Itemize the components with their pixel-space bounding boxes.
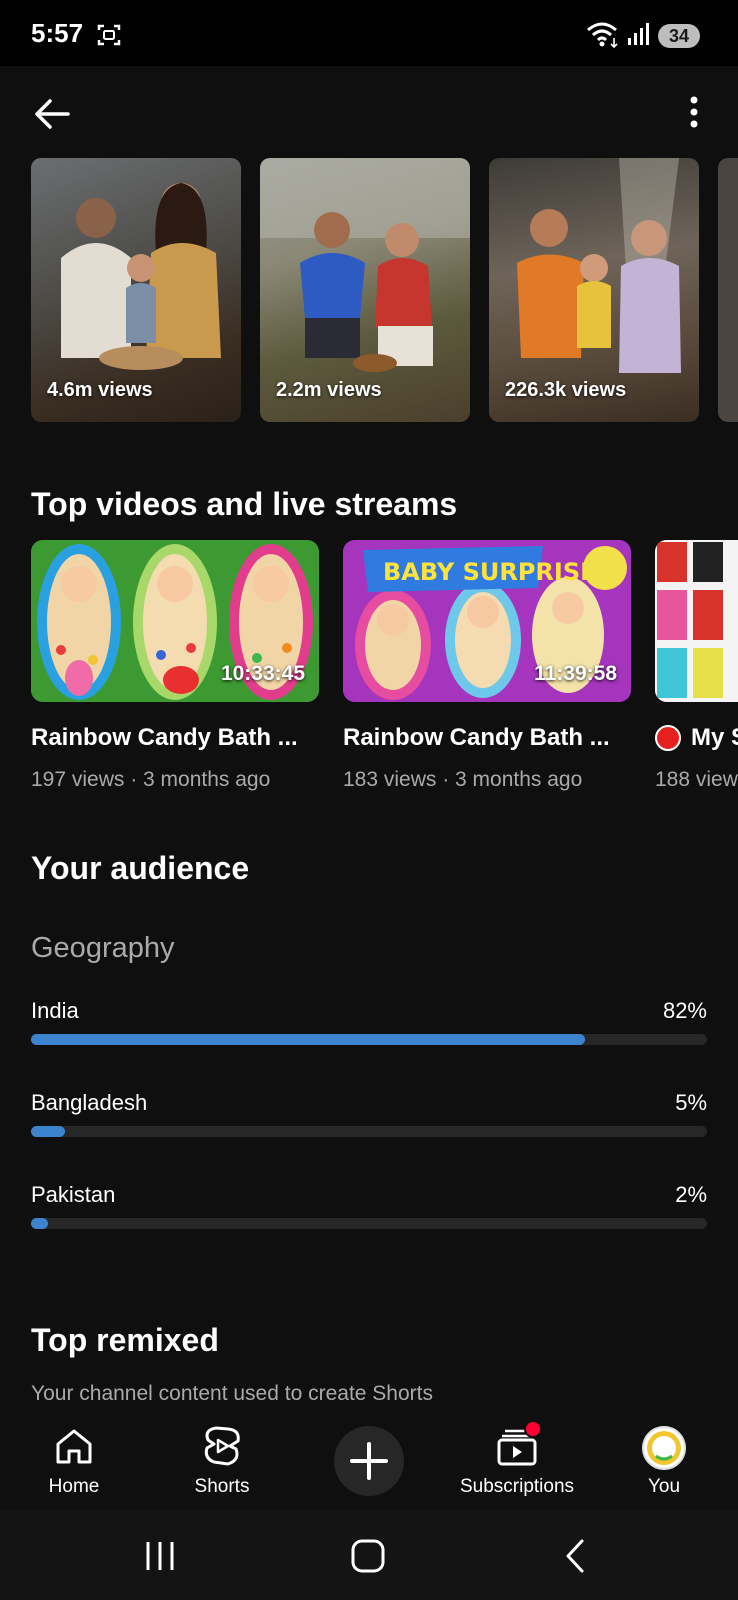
- video-card[interactable]: BABY SURPRISE 11:39:58 Rainbow Candy Bat…: [343, 540, 631, 792]
- top-shorts-row: 4.6m views 2.2m views 226.3k views: [31, 158, 738, 422]
- more-vert-icon[interactable]: [678, 94, 710, 134]
- video-thumbnail: [655, 540, 738, 702]
- recents-icon[interactable]: [140, 1538, 180, 1574]
- video-title-text: My S: [691, 724, 738, 751]
- nav-subscriptions[interactable]: Subscriptions: [446, 1410, 588, 1510]
- short-views: 2.2m views: [276, 379, 382, 401]
- top-remixed-subtitle: Your channel content used to create Shor…: [31, 1382, 433, 1405]
- top-videos-title: Top videos and live streams: [31, 486, 458, 522]
- percent-bar-track: [31, 1126, 707, 1137]
- video-duration: 11:39:58: [534, 662, 617, 685]
- status-time: 5:57: [31, 18, 84, 48]
- live-record-icon: [655, 725, 681, 751]
- plus-icon: [350, 1442, 388, 1480]
- top-remixed-title: Top remixed: [31, 1322, 219, 1358]
- back-arrow-icon[interactable]: [32, 94, 72, 134]
- video-thumbnail: BABY SURPRISE 11:39:58: [343, 540, 631, 702]
- back-chevron-icon[interactable]: [556, 1538, 596, 1574]
- system-navigation-bar: [0, 1510, 738, 1600]
- nav-you-label: You: [647, 1476, 681, 1497]
- top-videos-row: 10:33:45 Rainbow Candy Bath ... 197 view…: [31, 540, 738, 800]
- screenshot-icon: [97, 24, 121, 46]
- short-card[interactable]: 2.2m views: [260, 158, 470, 422]
- nav-subscriptions-label: Subscriptions: [459, 1476, 575, 1497]
- geography-title: Geography: [31, 932, 175, 964]
- video-duration: 10:33:45: [220, 662, 305, 685]
- home-icon: [56, 1429, 92, 1464]
- short-card[interactable]: 4.6m views: [31, 158, 241, 422]
- nav-shorts[interactable]: Shorts: [152, 1410, 292, 1510]
- country-percent: 5%: [675, 1090, 707, 1115]
- nav-shorts-label: Shorts: [194, 1476, 250, 1497]
- country-percent: 2%: [675, 1182, 707, 1207]
- video-title: My S: [655, 724, 738, 752]
- percent-bar-fill: [31, 1126, 65, 1137]
- home-circle-icon[interactable]: [348, 1538, 388, 1574]
- nav-you[interactable]: You: [594, 1410, 734, 1510]
- short-views: 226.3k views: [505, 379, 627, 401]
- percent-bar-fill: [31, 1218, 48, 1229]
- create-button[interactable]: [334, 1426, 404, 1496]
- video-meta: 197 views · 3 months ago: [31, 768, 271, 791]
- video-card[interactable]: My S 188 view: [655, 540, 738, 792]
- video-title: Rainbow Candy Bath ...: [343, 724, 610, 751]
- short-card[interactable]: 226.3k views: [489, 158, 699, 422]
- country-name: India: [31, 998, 79, 1023]
- video-meta: 183 views · 3 months ago: [343, 768, 583, 791]
- battery-indicator: 34: [658, 24, 700, 48]
- audience-title: Your audience: [31, 850, 250, 886]
- video-card[interactable]: 10:33:45 Rainbow Candy Bath ... 197 view…: [31, 540, 319, 792]
- signal-icon: [628, 23, 649, 45]
- nav-home-label: Home: [48, 1476, 100, 1497]
- nav-home[interactable]: Home: [4, 1410, 144, 1510]
- video-meta: 188 view: [655, 768, 738, 791]
- notification-dot: [524, 1420, 542, 1438]
- percent-bar-track: [31, 1218, 707, 1229]
- short-views: 4.6m views: [47, 379, 153, 401]
- bottom-navigation: Home Shorts Subscriptions You: [0, 1410, 738, 1510]
- video-title: Rainbow Candy Bath ...: [31, 724, 298, 751]
- avatar: [642, 1426, 686, 1470]
- country-name: Pakistan: [31, 1182, 116, 1207]
- video-thumbnail: 10:33:45: [31, 540, 319, 702]
- status-bar: 5:57 34: [0, 0, 738, 66]
- percent-bar-fill: [31, 1034, 586, 1045]
- short-card[interactable]: [718, 158, 738, 422]
- country-name: Bangladesh: [31, 1090, 148, 1115]
- svg-text:BABY SURPRISE: BABY SURPRISE: [383, 558, 597, 586]
- wifi-icon: [587, 22, 618, 48]
- top-bar: [0, 66, 738, 158]
- country-percent: 82%: [662, 998, 707, 1023]
- percent-bar-track: [31, 1034, 707, 1045]
- shorts-icon: [204, 1426, 240, 1466]
